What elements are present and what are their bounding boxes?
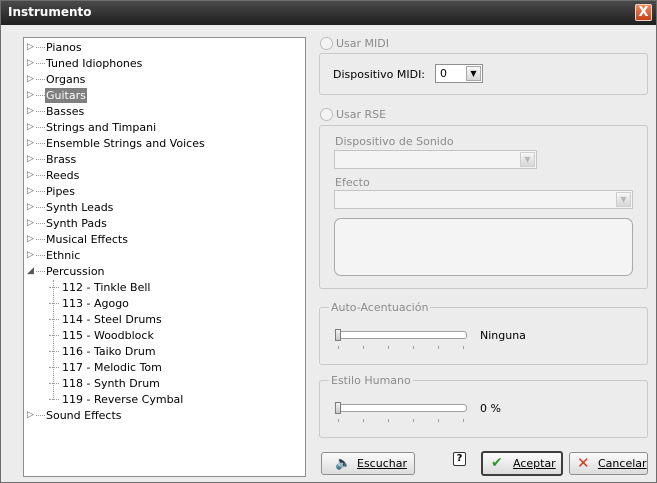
auto-accent-value: Ninguna — [480, 329, 526, 342]
expand-arrow-icon[interactable]: ▷ — [27, 122, 36, 133]
expand-arrow-icon[interactable]: ▷ — [27, 218, 36, 229]
tree-child-label: 112 - Tinkle Bell — [62, 281, 151, 294]
sound-device-label: Dispositivo de Sonido — [335, 135, 454, 148]
speaker-icon: 🔈 — [335, 456, 352, 471]
expand-arrow-icon[interactable]: ▷ — [27, 250, 36, 261]
tree-item-label: Tuned Idiophones — [46, 57, 143, 70]
expand-arrow-icon[interactable]: ▷ — [27, 186, 36, 197]
expand-arrow-icon[interactable]: ▷ — [27, 42, 36, 53]
sound-device-select[interactable]: ▼ — [334, 150, 537, 169]
tree-child-label: 114 - Steel Drums — [62, 313, 162, 326]
tree-item-label: Synth Leads — [46, 201, 114, 214]
tree-item-label: Guitars — [45, 88, 87, 103]
effect-description-box — [334, 218, 633, 276]
expand-arrow-icon[interactable]: ▷ — [27, 154, 36, 165]
expand-arrow-icon[interactable]: ▷ — [27, 202, 36, 213]
use-midi-label: Usar MIDI — [336, 37, 389, 50]
auto-accent-slider[interactable] — [335, 331, 467, 339]
tree-item-label: Percussion — [46, 265, 105, 278]
human-style-value: 0 % — [480, 402, 501, 415]
cancel-x-icon: ✕ — [577, 454, 590, 472]
help-icon[interactable]: ? — [453, 452, 466, 466]
tree-child-label: 119 - Reverse Cymbal — [62, 393, 184, 406]
tree-item-label: Basses — [46, 105, 85, 118]
expand-arrow-icon[interactable]: ▷ — [27, 106, 36, 117]
checkmark-icon: ✔ — [491, 455, 503, 471]
expand-arrow-icon[interactable]: ▷ — [27, 410, 36, 421]
effect-label: Efecto — [335, 176, 370, 189]
expand-arrow-icon[interactable]: ▷ — [27, 234, 36, 245]
tree-child-label: 115 - Woodblock — [62, 329, 154, 342]
effect-select[interactable]: ▼ — [334, 190, 633, 209]
tree-item-label: Brass — [46, 153, 77, 166]
listen-button-label: Escuchar — [357, 457, 407, 470]
close-button[interactable]: X — [635, 4, 652, 21]
cancel-button[interactable]: ✕ Cancelar — [569, 452, 648, 475]
cancel-button-label: Cancelar — [598, 457, 647, 470]
expand-arrow-icon[interactable]: ▷ — [27, 170, 36, 181]
tree-child-label: 116 - Taiko Drum — [62, 345, 156, 358]
tree-child-label: 117 - Melodic Tom — [62, 361, 162, 374]
human-style-slider[interactable] — [335, 404, 467, 412]
use-rse-label: Usar RSE — [336, 108, 387, 121]
use-midi-radio[interactable] — [320, 37, 333, 50]
midi-device-value: 0 — [440, 67, 447, 80]
use-rse-radio[interactable] — [320, 108, 333, 121]
auto-accent-legend: Auto-Acentuación — [329, 301, 431, 314]
auto-accent-slider-thumb[interactable] — [335, 329, 341, 341]
human-style-slider-thumb[interactable] — [335, 402, 341, 414]
tree-item-label: Synth Pads — [46, 217, 107, 230]
dropdown-arrow-icon[interactable]: ▼ — [466, 66, 481, 81]
tree-item-label: Organs — [46, 73, 86, 86]
listen-button[interactable]: 🔈 Escuchar — [321, 452, 415, 475]
rse-group: Dispositivo de Sonido ▼ Efecto ▼ — [319, 125, 648, 289]
window-title: Instrumento — [8, 5, 92, 19]
tree-item-label: Musical Effects — [46, 233, 128, 246]
expand-arrow-icon[interactable]: ▷ — [27, 90, 36, 101]
dropdown-arrow-icon[interactable]: ▼ — [520, 152, 535, 167]
tree-item-label: Sound Effects — [46, 409, 122, 422]
human-style-legend: Estilo Humano — [329, 374, 413, 387]
tree-child-label: 118 - Synth Drum — [62, 377, 160, 390]
midi-group: Dispositivo MIDI: 0 ▼ — [319, 53, 648, 95]
accept-button-label: Aceptar — [513, 457, 556, 470]
midi-device-select[interactable]: 0 ▼ — [435, 64, 483, 83]
tree-connector-line — [53, 280, 54, 400]
expand-arrow-icon[interactable]: ▷ — [27, 138, 36, 149]
tree-item-label: Reeds — [46, 169, 80, 182]
expand-arrow-icon[interactable]: ▷ — [27, 58, 36, 69]
dropdown-arrow-icon[interactable]: ▼ — [616, 192, 631, 207]
midi-device-label: Dispositivo MIDI: — [333, 68, 426, 81]
expand-arrow-icon[interactable]: ▷ — [27, 74, 36, 85]
accept-button[interactable]: ✔ Aceptar — [481, 451, 563, 476]
tree-item-label: Pipes — [46, 185, 75, 198]
instrument-dialog: Instrumento X ▷ Pianos ▷ Tuned Idiophone… — [0, 0, 657, 483]
instrument-tree[interactable]: ▷ Pianos ▷ Tuned Idiophones ▷ Organs ▷ G… — [23, 37, 306, 477]
tree-item-label: Ethnic — [46, 249, 81, 262]
collapse-arrow-icon[interactable]: ◢ — [27, 266, 36, 277]
title-bar[interactable]: Instrumento X — [1, 1, 656, 25]
auto-accent-group: Auto-Acentuación Ninguna — [319, 301, 648, 365]
tree-item-label: Pianos — [46, 41, 82, 54]
tree-item-label: Ensemble Strings and Voices — [46, 137, 205, 150]
human-style-group: Estilo Humano 0 % — [319, 374, 648, 438]
tree-item-label: Strings and Timpani — [46, 121, 157, 134]
tree-child-label: 113 - Agogo — [62, 297, 129, 310]
